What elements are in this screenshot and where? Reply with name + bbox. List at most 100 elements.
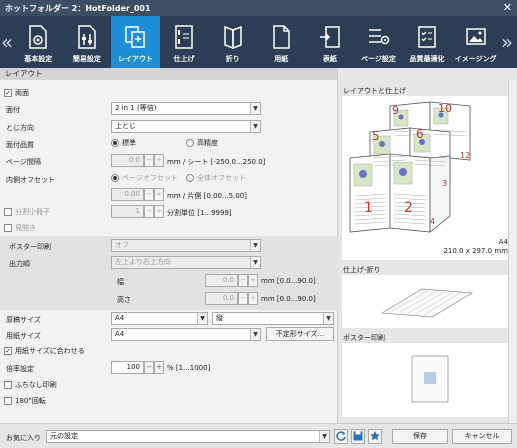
scroll-left-icon[interactable]: « [0,16,14,68]
all-offset-radio[interactable]: 全体オフセット [186,173,246,183]
quality-standard-radio[interactable]: 標準 [111,138,136,148]
page-number: 1 [364,200,373,216]
split-row[interactable]: 分割小冊子 [4,205,50,219]
fit-paper-checkbox[interactable] [4,347,12,355]
page-number: 5 [372,129,380,143]
orig-size-select[interactable]: A4 ▼ [111,312,208,325]
quality-high-radio[interactable]: 高精度 [186,138,218,148]
page-offset-radio[interactable]: ページオフセット [111,173,178,183]
fit-paper-row[interactable]: 用紙サイズに合わせる [4,344,85,358]
page-number: 9 [392,104,399,117]
split-input[interactable]: 1 [111,205,144,218]
offset-unit: mm / 片側 [0.00...5.00] [167,192,247,200]
binding-select[interactable]: 上とじ ▼ [111,120,261,133]
tab-cover[interactable]: 表紙 [306,16,355,68]
radio-label: ページオフセット [122,174,178,182]
ok-button[interactable]: 保存 [392,429,448,444]
tab-label: 簡易設定 [72,55,101,63]
chevron-down-icon: ▼ [319,431,329,442]
chevron-down-icon: ▼ [250,329,260,340]
paper-size-select[interactable]: A4 ▼ [111,328,261,341]
split-checkbox[interactable] [4,208,12,216]
tab-imaging[interactable]: イメージング [451,16,500,68]
width-input[interactable]: 0.0 [205,274,238,287]
poster-select[interactable]: オフ ▼ [111,239,261,252]
tab-easy-settings[interactable]: 簡易設定 [63,16,112,68]
tab-label: 折り [225,55,240,63]
scale-minus[interactable]: − [144,361,154,374]
radio-label: 全体オフセット [197,174,246,182]
tab-paper[interactable]: 用紙 [257,16,306,68]
paper-dims: 210.0 x 297.0 mm [443,247,508,255]
inner-offset-label: 内側オフセット [6,176,55,184]
custom-size-button[interactable]: 不定形サイズ... [266,327,334,341]
save-preset-icon[interactable] [351,429,365,444]
height-input[interactable]: 0.0 [205,292,238,305]
tab-basic-settings[interactable]: 基本設定 [14,16,63,68]
borderless-row[interactable]: ふちなし印刷 [4,378,57,392]
chevron-down-icon: ▼ [250,103,260,114]
cancel-button[interactable]: キャンセル [452,429,512,444]
spread-checkbox[interactable] [4,224,12,232]
offset-input[interactable]: 0.00 [111,188,144,201]
orig-size-value: A4 [115,314,125,322]
width-unit: mm [0.0...90.0] [261,277,316,285]
window-title: ホットフォルダー 2：HotFolder_001 [5,3,151,13]
split-unit: 分割単位 [1...9999] [167,209,232,217]
paper-size-label: 用紙サイズ [6,332,41,340]
height-unit: mm [0.0...90.0] [261,295,316,303]
scale-plus[interactable]: + [154,361,164,374]
width-minus[interactable]: − [238,274,248,287]
tab-folding[interactable]: 折り [208,16,257,68]
scale-input[interactable]: 100 [111,361,144,374]
tab-page-settings[interactable]: ページ設定 [354,16,403,68]
poster-value: オフ [115,241,129,249]
tab-label: 仕上げ [173,55,195,63]
offset-minus[interactable]: − [144,188,154,201]
tab-quality[interactable]: 品質最適化 [403,16,452,68]
page-gap-plus[interactable]: + [154,154,164,167]
layout-preview-title: レイアウトと仕上げ [343,87,406,95]
rotate-row[interactable]: 180°回転 [4,394,46,408]
split-label: 分割小冊子 [15,208,50,216]
fold-preview-title: 仕上げ-折り [343,266,381,274]
orig-orient-value: 縦 [216,314,223,322]
refresh-icon[interactable] [334,429,348,444]
tab-label: レイアウト [117,55,153,63]
paper-size-value: A4 [115,330,125,338]
scroll-right-icon[interactable]: » [500,16,514,68]
tab-layout[interactable]: レイアウト [111,16,160,68]
radio-unselected [186,139,194,147]
duplex-checkbox[interactable] [4,89,12,97]
height-minus[interactable]: − [238,292,248,305]
output-order-label: 出力順 [9,260,30,268]
split-minus[interactable]: − [144,205,154,218]
poster-preview-title: ポスター印刷 [343,334,385,342]
close-icon[interactable]: ✕ [503,1,512,14]
page-number: 6 [416,127,424,141]
height-plus[interactable]: + [248,292,258,305]
tab-label: イメージング [454,55,497,63]
page-gap-label: ページ間隔 [6,158,41,166]
page-number: 2 [404,200,413,216]
favorite-star-icon[interactable] [368,429,382,444]
tab-finishing[interactable]: 仕上げ [160,16,209,68]
width-plus[interactable]: + [248,274,258,287]
page-gap-input[interactable]: 0.0 [111,154,144,167]
chevron-down-icon: ▼ [250,257,260,268]
split-plus[interactable]: + [154,205,164,218]
borderless-checkbox[interactable] [4,381,12,389]
radio-selected [111,139,119,147]
vertical-scrollbar[interactable] [508,80,516,423]
radio-selected [111,174,119,182]
window-titlebar: ホットフォルダー 2：HotFolder_001 ✕ [0,0,517,16]
spread-row[interactable]: 見開き [4,221,36,235]
offset-plus[interactable]: + [154,188,164,201]
rotate-checkbox[interactable] [4,397,12,405]
favorites-select[interactable]: 元の設定 ▼ [46,430,330,443]
page-gap-minus[interactable]: − [144,154,154,167]
orig-orient-select[interactable]: 縦 ▼ [212,312,334,325]
duplex-row[interactable]: 両面 [4,86,29,100]
imposition-select[interactable]: 2 in 1 (等倍) ▼ [111,102,261,115]
output-order-select[interactable]: 左上より右上方向 ▼ [111,256,261,269]
